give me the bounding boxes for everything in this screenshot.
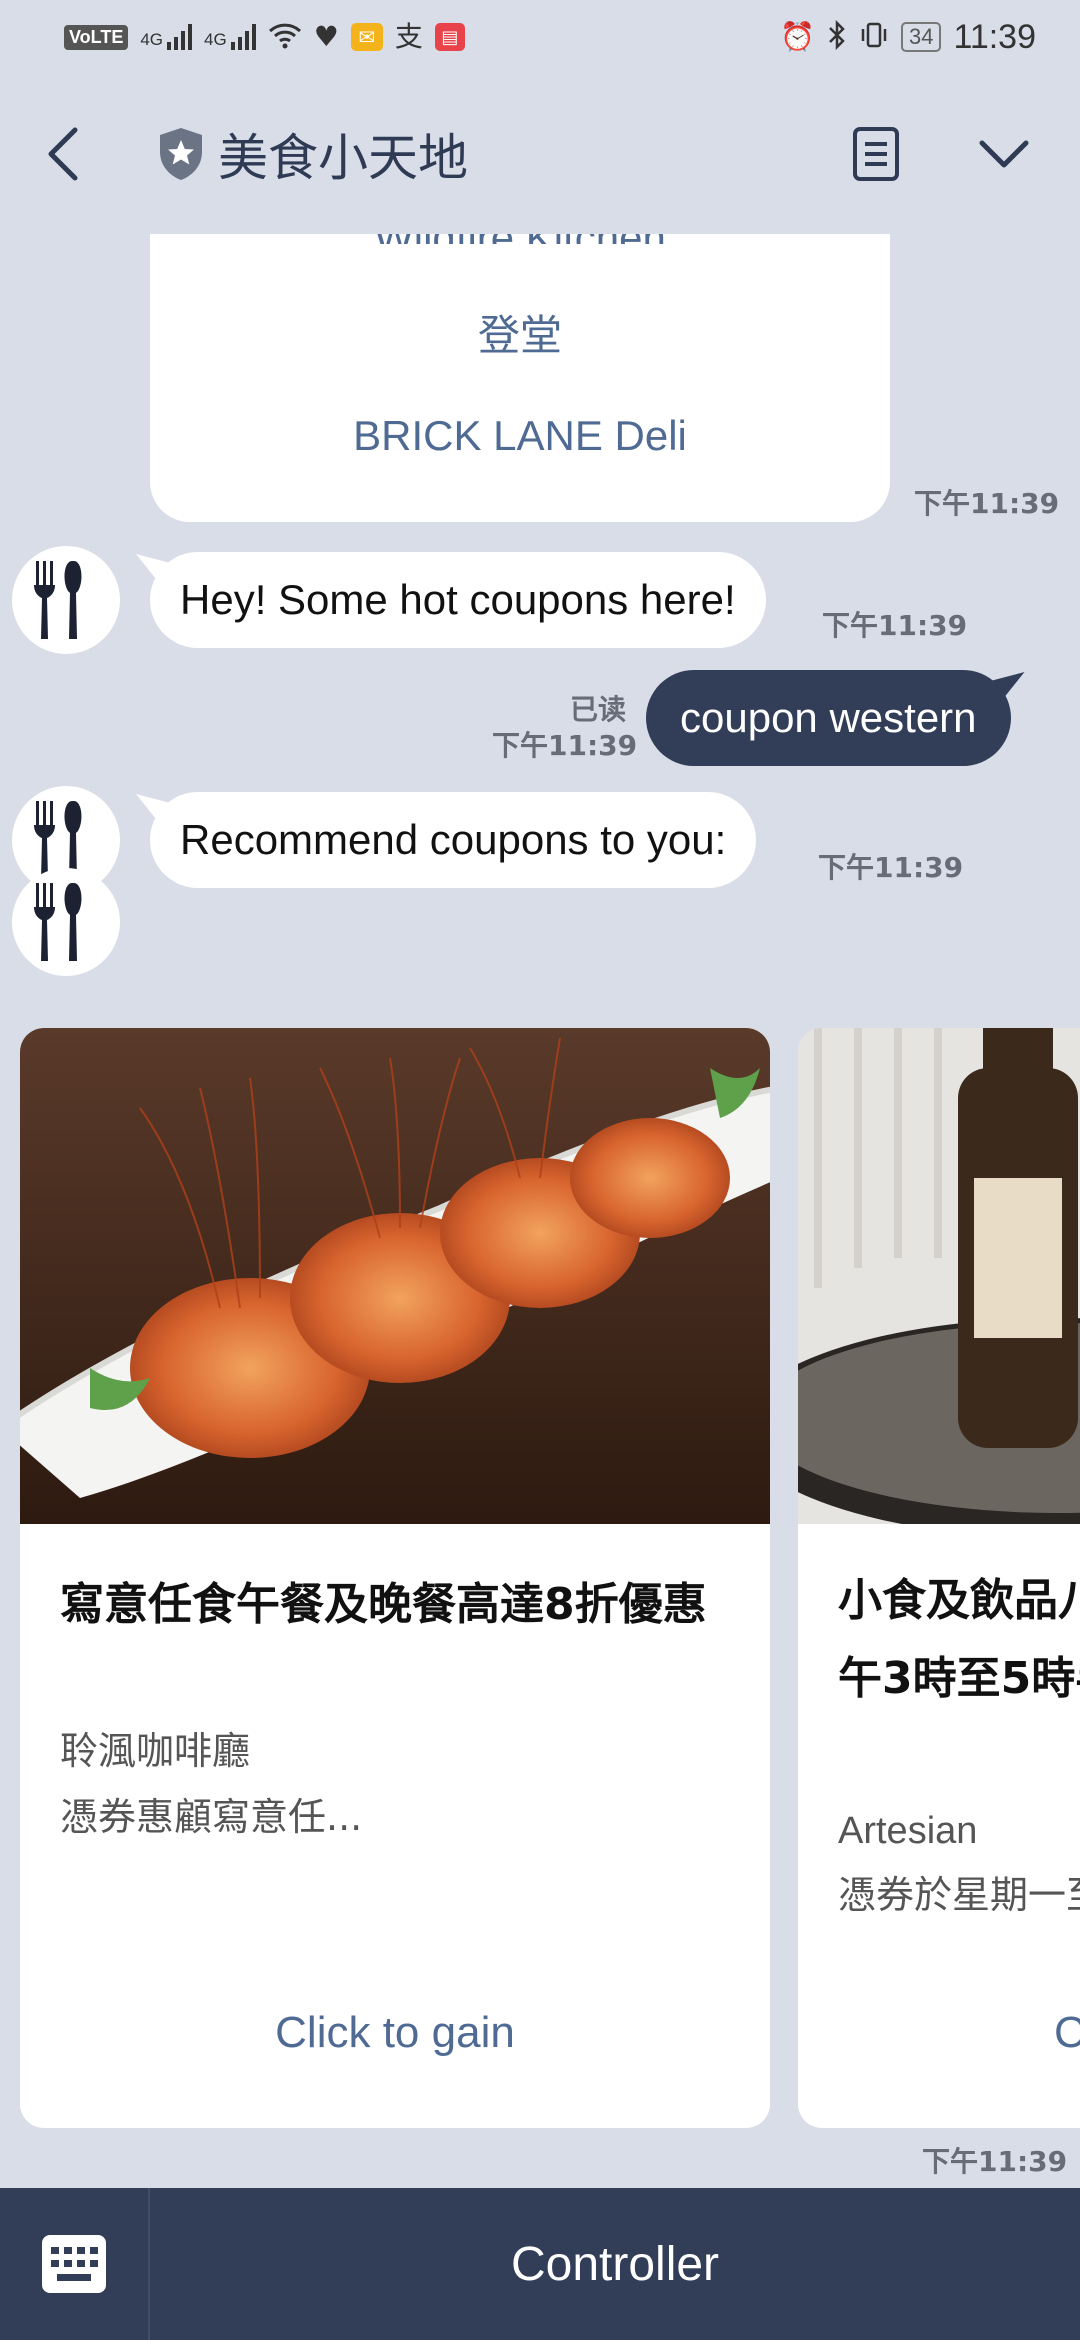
bottle-table-photo (798, 1028, 1080, 1524)
bluetooth-icon (827, 19, 847, 55)
controller-button[interactable]: Controller (150, 2188, 1080, 2340)
alipay-icon: 支 (394, 20, 423, 53)
bot-message-bubble: Hey! Some hot coupons here! (150, 552, 766, 648)
wifi-icon (268, 21, 302, 54)
mail-icon: ✉ (350, 23, 383, 51)
message-time: 下午11:39 (492, 729, 638, 762)
click-to-gain-button[interactable]: Click to gain (1054, 2008, 1080, 2058)
network-type-label: 4G (204, 30, 227, 49)
user-message-bubble: coupon western (646, 670, 1011, 766)
restaurant-link[interactable]: BRICK LANE Deli (150, 412, 890, 460)
coupon-card[interactable]: 寫意任食午餐及晚餐高達8折優惠 聆渢咖啡廳 憑券惠顧寫意任... Click t… (20, 1028, 770, 2128)
avatar[interactable] (12, 546, 120, 654)
chat-title: 美食小天地 (218, 129, 468, 187)
chevron-down-icon[interactable] (964, 114, 1044, 194)
alarm-icon: ⏰ (780, 20, 815, 53)
shield-star-icon (158, 126, 204, 182)
vibrate-icon (859, 20, 889, 55)
clock-time: 11:39 (953, 17, 1036, 56)
cutlery-icon (34, 883, 82, 961)
message-time: 下午11:39 (922, 2145, 1068, 2178)
coupon-title: 小食及飲品八折(星期一至日，下午3時至5時半) (838, 1575, 1080, 1704)
status-right: ⏰ 34 11:39 (780, 18, 1036, 57)
message-time: 下午11:39 (818, 851, 964, 884)
message-time: 下午11:39 (914, 487, 1060, 520)
coupon-title: 寫意任食午餐及晚餐高達8折優惠 (60, 1579, 707, 1630)
health-icon: ♥ (313, 20, 339, 53)
back-arrow-icon[interactable] (36, 114, 88, 194)
grilled-prawns-photo (20, 1028, 770, 1524)
coupon-shop: 聆渢咖啡廳 (60, 1729, 251, 1773)
message-list[interactable]: Wildfire Kitchen 登堂 BRICK LANE Deli 下午11… (0, 234, 1080, 2188)
coupon-description: 憑券於星期一至日享用 (838, 1873, 1080, 1917)
status-left: VoLTE 4G 4G ♥ ✉ 支 ▤ (64, 21, 465, 54)
coupon-shop: Artesian (838, 1810, 978, 1852)
book-icon: ▤ (434, 23, 465, 51)
bottom-bar: Controller (0, 2188, 1080, 2340)
notes-icon[interactable] (836, 114, 916, 194)
volte-icon: VoLTE (64, 24, 129, 50)
click-to-gain-button[interactable]: Click to gain (20, 2008, 770, 2058)
restaurant-list-card: Wildfire Kitchen 登堂 BRICK LANE Deli (150, 234, 890, 522)
signal-icon: 4G (204, 24, 256, 50)
cutlery-icon (34, 561, 82, 639)
coupon-card[interactable]: 小食及飲品八折(星期一至日，下午3時至5時半) Artesian 憑券於星期一至… (798, 1028, 1080, 2128)
restaurant-name-partial[interactable]: Wildfire Kitchen (150, 234, 890, 244)
signal-icon: 4G (140, 24, 193, 50)
chat-header: 美食小天地 (0, 74, 1080, 234)
coupon-description: 憑券惠顧寫意任... (60, 1795, 363, 1839)
network-type-label: 4G (140, 30, 164, 49)
read-status: 已读 (570, 693, 627, 726)
battery-icon: 34 (900, 22, 942, 52)
restaurant-link[interactable]: 登堂 (150, 302, 890, 363)
keyboard-icon[interactable] (0, 2188, 150, 2340)
status-bar: VoLTE 4G 4G ♥ ✉ 支 ▤ ⏰ 34 11:39 (0, 0, 1080, 74)
bot-message-bubble: Recommend coupons to you: (150, 792, 757, 888)
avatar[interactable] (12, 868, 120, 976)
message-time: 下午11:39 (822, 609, 968, 642)
